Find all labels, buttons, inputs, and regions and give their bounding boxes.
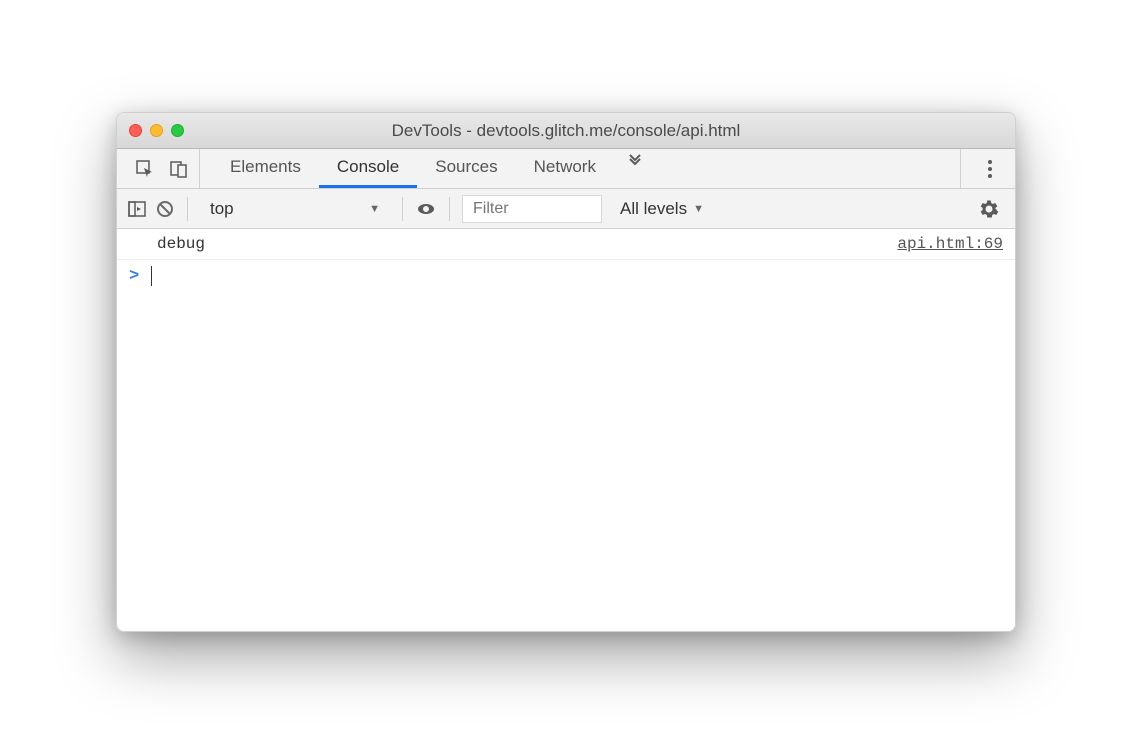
more-tabs-button[interactable] <box>614 149 656 188</box>
show-console-sidebar-icon[interactable] <box>127 199 147 219</box>
tab-list: Elements Console Sources Network <box>200 149 656 188</box>
device-toolbar-icon[interactable] <box>169 159 189 179</box>
tab-sources[interactable]: Sources <box>417 149 515 188</box>
log-source-link[interactable]: api.html:69 <box>897 235 1003 253</box>
console-body[interactable]: debug api.html:69 > <box>117 229 1015 631</box>
separator <box>402 197 403 221</box>
inspect-element-icon[interactable] <box>135 159 155 179</box>
log-levels-selector[interactable]: All levels ▼ <box>610 195 714 223</box>
clear-console-icon[interactable] <box>155 199 175 219</box>
tabs-bar: Elements Console Sources Network <box>117 149 1015 189</box>
levels-label: All levels <box>620 199 687 219</box>
devtools-window: DevTools - devtools.glitch.me/console/ap… <box>116 112 1016 632</box>
tab-network[interactable]: Network <box>516 149 614 188</box>
separator <box>187 197 188 221</box>
log-message: debug <box>157 235 897 253</box>
console-log-row: debug api.html:69 <box>117 229 1015 260</box>
console-toolbar: top ▼ All levels ▼ <box>117 189 1015 229</box>
maximize-button[interactable] <box>171 124 184 137</box>
window-title: DevTools - devtools.glitch.me/console/ap… <box>129 121 1003 141</box>
chevron-down-icon: ▼ <box>369 203 380 215</box>
tab-right <box>960 149 1007 188</box>
console-settings-icon[interactable] <box>973 199 1005 219</box>
tab-console[interactable]: Console <box>319 149 417 188</box>
input-cursor <box>151 266 152 286</box>
console-prompt[interactable]: > <box>117 260 1015 292</box>
chevron-down-icon: ▼ <box>693 203 704 215</box>
live-expression-icon[interactable] <box>415 198 437 220</box>
separator <box>449 197 450 221</box>
inspect-tools <box>125 149 200 188</box>
execution-context-selector[interactable]: top ▼ <box>200 195 390 223</box>
context-label: top <box>210 199 234 219</box>
filter-input[interactable] <box>462 195 602 223</box>
prompt-chevron-icon: > <box>129 267 139 286</box>
tab-elements[interactable]: Elements <box>212 149 319 188</box>
kebab-menu-icon[interactable] <box>973 159 1007 179</box>
traffic-lights <box>129 124 184 137</box>
titlebar: DevTools - devtools.glitch.me/console/ap… <box>117 113 1015 149</box>
close-button[interactable] <box>129 124 142 137</box>
minimize-button[interactable] <box>150 124 163 137</box>
